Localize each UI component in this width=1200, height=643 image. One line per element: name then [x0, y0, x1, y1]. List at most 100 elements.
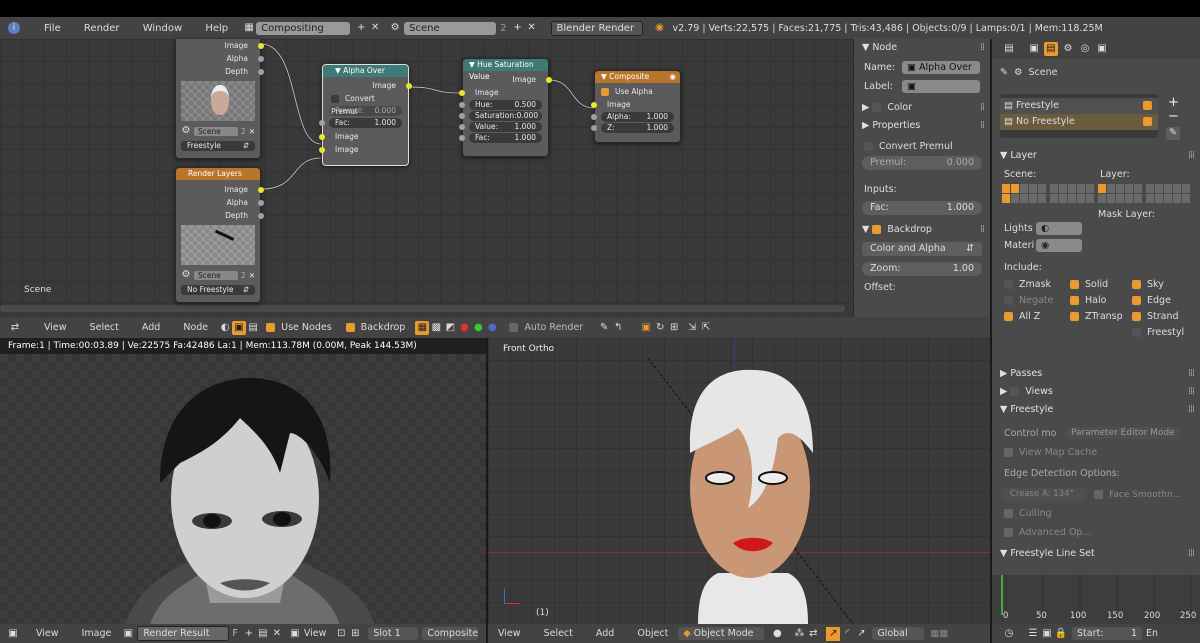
crease-angle-field[interactable]: Crease A: 134°: [1002, 487, 1086, 501]
passes-panel[interactable]: ▶ Passes ⁞⁞⁞: [992, 365, 1200, 383]
render-layers-node-1[interactable]: Image Alpha Depth ⚙ Scene 2 ✕ Freestyle ⇵: [175, 39, 264, 159]
hsv-node[interactable]: ▼ Hue Saturation Value Image Image Hue: 0…: [459, 58, 552, 157]
render-layer-no-freestyle[interactable]: ▤ No Freestyle: [1000, 114, 1158, 130]
image-unlink-icon[interactable]: ✕: [270, 627, 284, 641]
rl2-render-icon[interactable]: ⇵: [243, 285, 249, 295]
viewport-layers-icon[interactable]: ▦▦: [930, 628, 948, 639]
freestyle-line-set-panel[interactable]: ▼ Freestyle Line Set ⁞⁞⁞: [992, 545, 1200, 563]
vp-menu-select[interactable]: Select: [544, 628, 573, 639]
zmask-checkbox[interactable]: [1004, 280, 1013, 289]
ztransp-checkbox[interactable]: [1070, 312, 1079, 321]
channel-green-icon[interactable]: ●: [471, 321, 485, 335]
alpha-over-header[interactable]: ▼ Alpha Over: [323, 65, 408, 77]
composite-header[interactable]: ▼ Composite ◉: [595, 71, 680, 83]
channels-alpha-icon[interactable]: ◩: [443, 321, 457, 335]
backdrop-checkbox[interactable]: [345, 323, 355, 332]
views-panel[interactable]: ▶ Views ⁞⁞⁞: [992, 383, 1200, 401]
scale-icon[interactable]: ↗: [854, 627, 868, 641]
auto-render-checkbox[interactable]: [509, 323, 519, 332]
image-browse-icon[interactable]: ▣: [121, 627, 135, 641]
image-name-field[interactable]: Render Result: [137, 626, 230, 641]
scene-tab-icon[interactable]: ⚙: [1061, 42, 1075, 56]
channels-rgba-icon[interactable]: ▦: [415, 320, 430, 335]
node-color-panel[interactable]: ▶ Color ⁞⁞: [854, 99, 990, 117]
menu-view[interactable]: View: [44, 322, 67, 333]
menu-render[interactable]: Render: [84, 23, 120, 34]
layout-grid-icon[interactable]: ▦: [242, 21, 256, 35]
material-override-field[interactable]: ◉: [1036, 239, 1082, 252]
channel-blue-icon[interactable]: ●: [485, 321, 499, 335]
menu-window[interactable]: Window: [143, 23, 182, 34]
add-scene-icon[interactable]: +: [511, 21, 525, 35]
end-frame-label[interactable]: En: [1146, 628, 1158, 639]
rl2-layer-select[interactable]: No Freestyle ⇵: [181, 285, 255, 295]
add-layer-button[interactable]: +: [1168, 95, 1179, 110]
node-editor-canvas[interactable]: Scene: [0, 39, 853, 317]
alpha-over-fac-field[interactable]: Fac: 1.000: [329, 118, 402, 128]
copy-icon[interactable]: ⇲: [685, 321, 699, 335]
alpha-over-convert-checkbox[interactable]: [331, 95, 339, 103]
composite-z-field[interactable]: Z: 1.000: [601, 123, 674, 133]
face-smoothness-checkbox[interactable]: [1094, 489, 1103, 499]
layer-grids[interactable]: [992, 184, 1200, 203]
viewport-shading-icon[interactable]: ●: [770, 627, 784, 641]
rl2-header[interactable]: Render Layers: [176, 168, 260, 180]
scene-field[interactable]: Scene: [404, 21, 497, 35]
layer-pin-button[interactable]: ✎: [1166, 127, 1180, 140]
hsv-fac-field[interactable]: Fac: 1.000: [469, 133, 542, 143]
composite-use-alpha-checkbox[interactable]: [601, 88, 609, 96]
pin-icon[interactable]: ✎: [597, 321, 611, 335]
menu-file[interactable]: File: [44, 23, 61, 34]
use-nodes-checkbox[interactable]: [266, 323, 276, 332]
interaction-mode-select[interactable]: ◆ Object Mode: [678, 627, 765, 640]
alpha-over-node[interactable]: ▼ Alpha Over Image Convert Premul Premul…: [319, 64, 412, 166]
menu-node[interactable]: Node: [183, 322, 208, 333]
texture-nodes-icon[interactable]: ▤: [246, 321, 260, 335]
timeline-type-icon[interactable]: ◷: [1002, 627, 1016, 641]
remove-screen-icon[interactable]: ✕: [368, 21, 382, 35]
render-layer-list[interactable]: ▤ Freestyle ▤ No Freestyle: [1000, 94, 1158, 138]
view-map-cache-checkbox[interactable]: [1004, 448, 1013, 457]
image-view-label[interactable]: View: [304, 628, 327, 639]
sky-checkbox[interactable]: [1132, 280, 1141, 289]
solid-checkbox[interactable]: [1070, 280, 1079, 289]
image-pin-icon[interactable]: ⊞: [348, 627, 362, 641]
vp-menu-object[interactable]: Object: [637, 628, 668, 639]
pin-properties-icon[interactable]: ✎: [1000, 67, 1008, 78]
start-frame-field[interactable]: Start: 1: [1072, 627, 1142, 640]
channels-rgb-icon[interactable]: ▩: [429, 321, 443, 335]
render-layer-freestyle[interactable]: ▤ Freestyle: [1000, 98, 1158, 114]
lock-icon[interactable]: 🔒: [1054, 627, 1068, 641]
image-pivot-icon[interactable]: ⊡: [334, 627, 348, 641]
rl1-render-icon[interactable]: ⇵: [243, 141, 249, 151]
render-slot-select[interactable]: Slot 1: [368, 627, 419, 640]
allz-checkbox[interactable]: [1004, 312, 1013, 321]
snap-element-icon[interactable]: ⊞: [667, 321, 681, 335]
vp-menu-add[interactable]: Add: [596, 628, 614, 639]
rotate-icon[interactable]: ◜: [840, 627, 854, 641]
manipulator-icon[interactable]: ⇄: [806, 627, 820, 641]
backdrop-mode-select[interactable]: Color and Alpha ⇵: [862, 242, 982, 256]
fac-field[interactable]: Fac: 1.000: [862, 201, 982, 215]
screen-layout-field[interactable]: Compositing: [256, 21, 351, 35]
scene-icon[interactable]: ⚙: [388, 21, 402, 35]
image-menu-view[interactable]: View: [36, 628, 59, 639]
composite-alpha-field[interactable]: Alpha: 1.000: [601, 112, 674, 122]
freestyle-panel[interactable]: ▼ Freestyle ⁞⁞⁞: [992, 401, 1200, 419]
advanced-options-checkbox[interactable]: [1004, 528, 1013, 537]
image-open-icon[interactable]: ▤: [256, 627, 270, 641]
rl1-scene-icon[interactable]: ⚙: [181, 124, 191, 138]
properties-type-icon[interactable]: ▤: [1002, 42, 1016, 56]
hsv-header[interactable]: ▼ Hue Saturation Value: [463, 59, 548, 81]
menu-select[interactable]: Select: [90, 322, 119, 333]
vp-menu-view[interactable]: View: [498, 628, 521, 639]
viewport-3d[interactable]: Front Ortho (1): [488, 338, 990, 624]
transform-orientation-select[interactable]: Global: [872, 627, 925, 640]
rl2-unlink-icon[interactable]: ✕: [249, 271, 255, 280]
freestyle-checkbox[interactable]: [1132, 328, 1141, 337]
timeline[interactable]: 0 50 100 150 200 250: [992, 575, 1200, 624]
rl2-scene-icon[interactable]: ⚙: [181, 268, 191, 282]
image-editor-type-icon[interactable]: ▣: [6, 627, 20, 641]
node-panel-header[interactable]: ▼ Node ⁞⁞: [854, 39, 990, 57]
snap-icon[interactable]: ↻: [653, 321, 667, 335]
